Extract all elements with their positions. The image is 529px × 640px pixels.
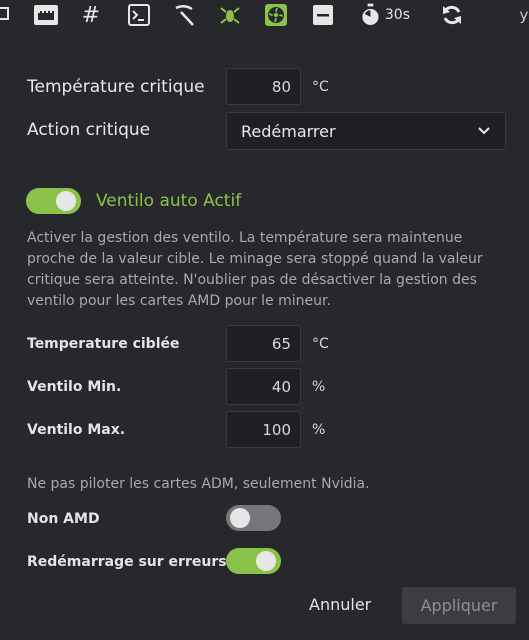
critical-temperature-unit: °C <box>312 79 329 95</box>
toggle-knob <box>56 191 76 211</box>
terminal-icon[interactable] <box>128 3 150 27</box>
settings-panel: Température critique °C Action critique … <box>0 39 529 640</box>
hash-icon[interactable]: # <box>80 3 102 28</box>
apply-button[interactable]: Appliquer <box>402 587 516 624</box>
critical-temperature-input[interactable] <box>226 68 301 105</box>
fan-max-label: Ventilo Max. <box>27 422 126 438</box>
toggle-knob <box>230 508 250 528</box>
critical-action-select[interactable]: Redémarrer <box>226 112 506 150</box>
refresh-icon[interactable] <box>440 3 464 27</box>
non-amd-label: Non AMD <box>27 511 100 527</box>
ethernet-icon[interactable] <box>33 3 59 27</box>
overflow-indicator: y <box>519 6 529 24</box>
fan-max-unit: % <box>312 422 326 438</box>
minus-icon[interactable] <box>312 3 334 27</box>
fan-max-input[interactable] <box>226 411 301 448</box>
cancel-button[interactable]: Annuler <box>309 595 371 614</box>
monitor-icon[interactable] <box>0 3 10 27</box>
fan-min-input[interactable] <box>226 368 301 405</box>
toolbar: # 30s y <box>0 0 529 39</box>
pickaxe-icon[interactable] <box>172 3 196 27</box>
toggle-knob <box>256 551 276 571</box>
chevron-down-icon <box>478 127 490 135</box>
fan-description: Activer la gestion des ventilo. La tempé… <box>27 230 483 309</box>
fan-min-unit: % <box>312 379 326 395</box>
fan-icon[interactable] <box>264 3 288 27</box>
apply-button-label: Appliquer <box>420 596 498 615</box>
target-temperature-unit: °C <box>312 336 329 352</box>
stopwatch-timer[interactable]: 30s <box>360 3 410 27</box>
bug-icon[interactable] <box>218 3 242 27</box>
fan-auto-label: Ventilo auto Actif <box>96 191 242 211</box>
non-amd-toggle[interactable] <box>226 505 281 531</box>
critical-action-value: Redémarrer <box>241 121 336 141</box>
restart-on-error-toggle[interactable] <box>226 548 281 574</box>
non-amd-note: Ne pas piloter les cartes ADM, seulement… <box>27 476 370 492</box>
target-temperature-input[interactable] <box>226 325 301 362</box>
restart-on-error-label: Redémarrage sur erreurs <box>27 554 227 570</box>
fan-auto-toggle[interactable] <box>26 188 81 214</box>
timer-label: 30s <box>384 7 410 23</box>
critical-temperature-label: Température critique <box>27 77 205 97</box>
fan-min-label: Ventilo Min. <box>27 379 122 395</box>
stopwatch-icon <box>362 3 379 25</box>
critical-action-label: Action critique <box>27 120 151 140</box>
target-temperature-label: Temperature ciblée <box>27 336 180 352</box>
